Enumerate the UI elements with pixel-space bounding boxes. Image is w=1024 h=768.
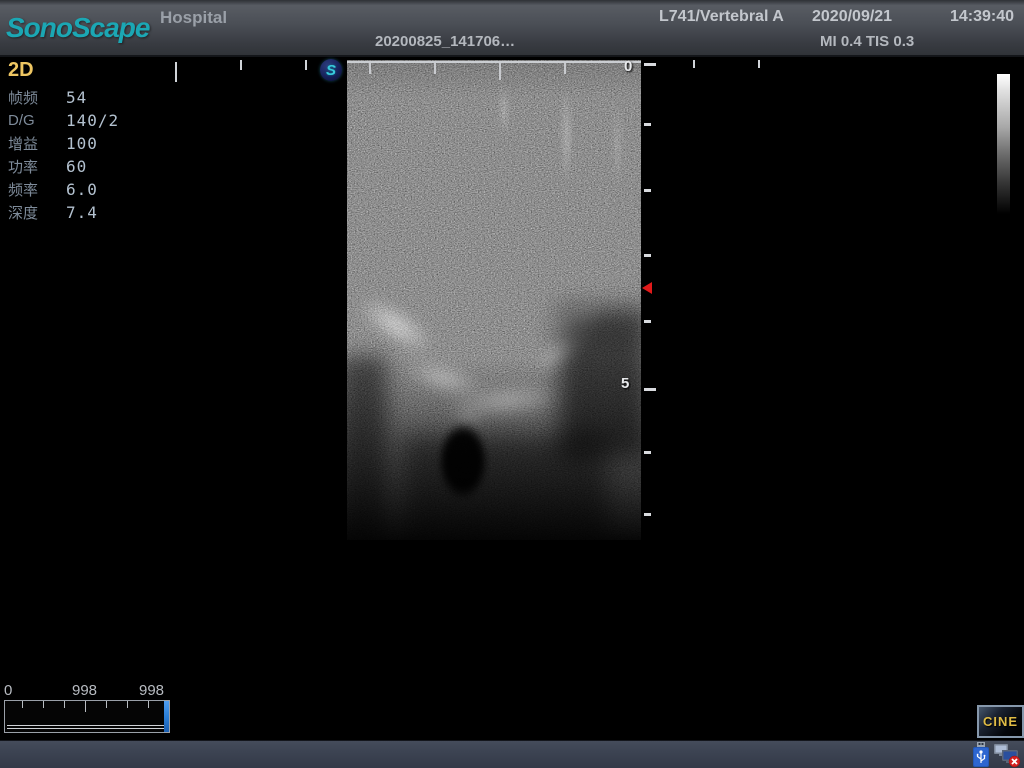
param-label: 深度 (8, 202, 66, 223)
param-value: 140/2 (66, 111, 119, 130)
param-value: 7.4 (66, 203, 98, 222)
orientation-tick (693, 60, 695, 68)
depth-attenuation-overlay (347, 60, 641, 540)
param-label: 帧频 (8, 87, 66, 108)
skin-line (347, 61, 641, 63)
scrubber-tick (148, 701, 149, 708)
param-row-frequency: 频率 6.0 (8, 178, 158, 201)
cine-button[interactable]: CINE (977, 705, 1024, 738)
scrubber-tick (43, 701, 44, 708)
scrubber-tick (85, 701, 86, 712)
param-value: 100 (66, 134, 98, 153)
ultrasound-image: 0 5 (347, 60, 641, 540)
ruler-tick-minor (644, 513, 651, 516)
cine-start-frame: 0 (4, 682, 12, 699)
hospital-name: Hospital (160, 8, 227, 28)
depth-label-zero: 0 (624, 60, 632, 75)
param-value: 60 (66, 157, 87, 176)
depth-ruler (641, 60, 659, 546)
param-label: 频率 (8, 179, 66, 200)
scrubber-tick (64, 701, 65, 708)
width-scale-tick (564, 63, 566, 74)
usb-icon[interactable] (970, 742, 992, 768)
param-row-depth: 深度 7.4 (8, 201, 158, 224)
cine-current-frame: 998 (72, 682, 97, 699)
scrubber-tick (127, 701, 128, 708)
top-bar: SonoScape Hospital L741/Vertebral A 2020… (0, 0, 1024, 57)
ruler-tick-minor (644, 451, 651, 454)
focus-marker-icon[interactable] (642, 282, 652, 294)
mi-tis-readout: MI 0.4 TIS 0.3 (820, 33, 914, 50)
scrubber-baseline (7, 725, 165, 726)
exam-date: 2020/09/21 (812, 8, 892, 26)
width-scale-tick (369, 63, 371, 74)
cine-button-label: CINE (983, 714, 1018, 729)
mode-parameter-panel: 2D 帧频 54 D/G 140/2 增益 100 功率 60 频率 6.0 深… (8, 59, 158, 224)
probe-preset: L741/Vertebral A (659, 8, 784, 26)
scrubber-tick (106, 701, 107, 708)
probe-logo-letter: S (326, 62, 336, 79)
ruler-tick-minor (644, 123, 651, 126)
ultrasound-screen: SonoScape Hospital L741/Vertebral A 2020… (0, 0, 1024, 768)
width-scale-tick (434, 63, 436, 74)
cine-total-frames: 998 (139, 682, 164, 699)
orientation-tick (240, 60, 242, 70)
param-label: 功率 (8, 156, 66, 177)
network-offline-icon[interactable] (993, 742, 1021, 768)
param-row-dynamic-range: D/G 140/2 (8, 109, 158, 132)
ruler-tick-minor (644, 320, 651, 323)
cine-scrubber[interactable] (4, 700, 170, 733)
param-value: 54 (66, 88, 87, 107)
scrubber-baseline (7, 728, 165, 729)
grayscale-bar (997, 74, 1010, 214)
param-row-frame-rate: 帧频 54 (8, 86, 158, 109)
cine-slider-handle[interactable] (164, 701, 169, 732)
status-bar (0, 740, 1024, 768)
ruler-tick-major (644, 388, 656, 391)
ruler-tick-minor (644, 254, 651, 257)
param-row-gain: 增益 100 (8, 132, 158, 155)
probe-orientation-logo: S (320, 59, 342, 81)
param-label: D/G (8, 112, 66, 129)
exam-file-name: 20200825_141706… (375, 33, 515, 50)
orientation-tick (305, 60, 307, 70)
width-scale-tick (499, 63, 501, 80)
orientation-tick (175, 62, 177, 82)
mode-label: 2D (8, 59, 158, 82)
sonoscape-logo: SonoScape (6, 12, 149, 44)
ruler-tick-major (644, 63, 656, 66)
param-value: 6.0 (66, 180, 98, 199)
depth-label-five: 5 (621, 375, 629, 392)
ruler-tick-minor (644, 189, 651, 192)
param-row-power: 功率 60 (8, 155, 158, 178)
exam-time: 14:39:40 (950, 8, 1014, 26)
param-label: 增益 (8, 133, 66, 154)
scrubber-tick (22, 701, 23, 708)
cine-frame-labels: 0 998 998 (0, 682, 180, 698)
orientation-tick (758, 60, 760, 68)
